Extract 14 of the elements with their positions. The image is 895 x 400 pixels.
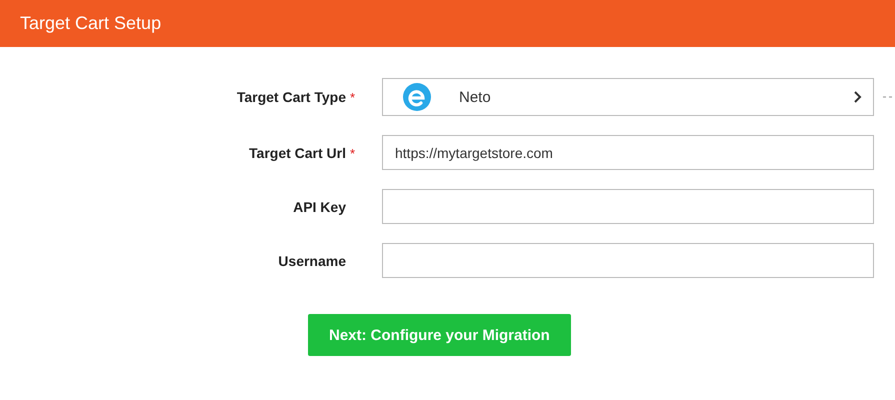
field-label: Username [278,252,346,268]
cart-logo-icon [403,83,431,111]
page-title: Target Cart Setup [20,13,162,34]
text-field[interactable] [382,243,874,278]
required-mark: * [350,146,356,160]
text-field[interactable]: https://mytargetstore.com [382,135,874,170]
required-mark: * [350,90,356,105]
field-label: Target Cart Type [236,89,346,105]
cart-type-select[interactable]: Neto [382,78,874,116]
field-label: API Key [293,198,346,214]
field-label: Target Cart Url [249,144,346,160]
text-field[interactable] [382,189,874,224]
dashed-connector [883,96,895,98]
chevron-icon [853,90,863,104]
